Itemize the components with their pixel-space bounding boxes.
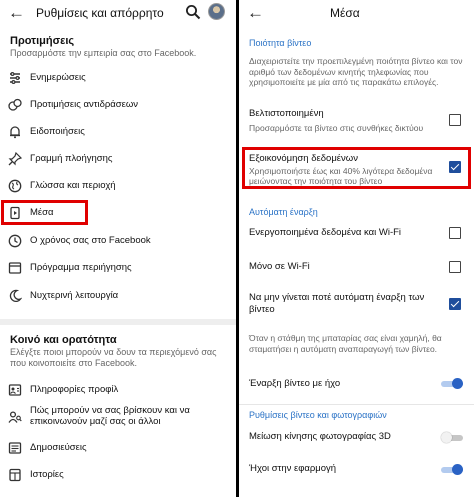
video-quality-title: Ποιότητα βίντεο bbox=[249, 38, 312, 48]
option-optimized[interactable]: Βελτιστοποιημένη Προσαρμόστε τα βίντεο σ… bbox=[239, 104, 474, 140]
feed-icon bbox=[10, 72, 20, 85]
option-title: Μόνο σε Wi-Fi bbox=[249, 261, 310, 272]
back-arrow-icon[interactable]: ← bbox=[247, 3, 264, 23]
option-sound[interactable]: Έναρξη βίντεο με ήχο bbox=[239, 374, 474, 394]
browser-icon bbox=[8, 262, 22, 274]
audience-title: Κοινό και ορατότητα bbox=[10, 334, 117, 346]
in-app-sounds-toggle[interactable] bbox=[441, 464, 463, 475]
menu-item-language-region[interactable]: Γλώσσα και περιοχή bbox=[0, 174, 236, 198]
preferences-description: Προσαρμόστε την εμπειρία σας στο Faceboo… bbox=[10, 48, 197, 58]
menu-item-stories[interactable]: Ιστορίες bbox=[0, 463, 236, 487]
menu-item-label: Ενημερώσεις bbox=[30, 72, 86, 83]
media-header: ← Μέσα bbox=[239, 0, 474, 28]
menu-item-label: Νυχτερινή λειτουργία bbox=[30, 290, 119, 301]
toggle-knob bbox=[441, 432, 452, 443]
menu-item-posts[interactable]: Δημοσιεύσεις bbox=[0, 436, 236, 460]
optimized-checkbox[interactable] bbox=[449, 114, 461, 126]
toggle-knob bbox=[452, 464, 463, 475]
menu-item-label: Πώς μπορούν να σας βρίσκουν και να επικο… bbox=[30, 405, 190, 427]
page-title: Ρυθμίσεις και απόρρητο bbox=[36, 6, 164, 20]
menu-item-browser[interactable]: Πρόγραμμα περιήγησης bbox=[0, 256, 236, 280]
section-divider bbox=[0, 319, 236, 325]
menu-item-label: Δημοσιεύσεις bbox=[30, 442, 87, 453]
menu-item-label: Ιστορίες bbox=[30, 469, 64, 480]
video-photo-title: Ρυθμίσεις βίντεο και φωτογραφιών bbox=[249, 410, 387, 420]
avatar[interactable] bbox=[208, 3, 225, 20]
highlight-box-data-saver bbox=[242, 147, 471, 189]
reactions-icon bbox=[8, 98, 22, 111]
toggle-knob bbox=[452, 378, 463, 389]
menu-item-label: Προτιμήσεις αντιδράσεων bbox=[30, 99, 139, 110]
find-people-icon bbox=[8, 411, 22, 423]
autoplay-title: Αυτόματη έναρξη bbox=[249, 207, 318, 217]
menu-item-dark-mode[interactable]: Νυχτερινή λειτουργία bbox=[0, 284, 236, 308]
option-title: Ενεργοποιημένα δεδομένα και Wi-Fi bbox=[249, 227, 402, 238]
settings-header: ← Ρυθμίσεις και απόρρητο bbox=[0, 0, 236, 28]
profile-info-icon bbox=[8, 384, 22, 396]
option-data-wifi[interactable]: Ενεργοποιημένα δεδομένα και Wi-Fi bbox=[239, 224, 474, 244]
option-title: Ήχοι στην εφαρμογή bbox=[249, 463, 337, 474]
menu-item-reactions[interactable]: Προτιμήσεις αντιδράσεων bbox=[0, 93, 236, 117]
menu-item-profile-info[interactable]: Πληροφορίες προφίλ bbox=[0, 378, 236, 402]
menu-item-label: Πληροφορίες προφίλ bbox=[30, 384, 119, 395]
menu-item-label: Ο χρόνος σας στο Facebook bbox=[30, 235, 151, 246]
menu-item-notifications[interactable]: Ειδοποιήσεις bbox=[0, 120, 236, 144]
section-divider bbox=[239, 404, 474, 405]
globe-icon bbox=[8, 179, 22, 193]
menu-item-label: Γλώσσα και περιοχή bbox=[30, 180, 116, 191]
page-title: Μέσα bbox=[330, 6, 360, 20]
sound-toggle[interactable] bbox=[441, 378, 463, 389]
option-wifi-only[interactable]: Μόνο σε Wi-Fi bbox=[239, 258, 474, 278]
moon-icon bbox=[9, 289, 22, 303]
never-autoplay-checkbox[interactable] bbox=[449, 298, 461, 310]
data-wifi-checkbox[interactable] bbox=[449, 227, 461, 239]
menu-item-navigation-bar[interactable]: Γραμμή πλοήγησης bbox=[0, 147, 236, 171]
menu-item-label: Ειδοποιήσεις bbox=[30, 126, 85, 137]
autoplay-note: Όταν η στάθμη της μπαταρίας σας είναι χα… bbox=[249, 333, 442, 354]
settings-privacy-panel: ← Ρυθμίσεις και απόρρητο Προτιμήσεις Προ… bbox=[0, 0, 236, 497]
media-settings-panel: ← Μέσα Ποιότητα βίντεο Διαχειριστείτε τη… bbox=[239, 0, 474, 497]
highlight-box-media bbox=[1, 200, 88, 225]
option-description: Προσαρμόστε τα βίντεο στις συνθήκες δικτ… bbox=[249, 123, 424, 133]
audience-description: Ελέγξτε ποιοι μπορούν να δουν τα περιεχό… bbox=[10, 347, 217, 368]
option-title: Βελτιστοποιημένη bbox=[249, 108, 324, 119]
back-arrow-icon[interactable]: ← bbox=[8, 3, 25, 23]
bell-icon bbox=[10, 126, 20, 139]
wifi-only-checkbox[interactable] bbox=[449, 261, 461, 273]
stories-icon bbox=[9, 468, 21, 482]
pin-icon bbox=[8, 152, 22, 166]
option-never-autoplay[interactable]: Να μην γίνεται ποτέ αυτόματη έναρξη των … bbox=[239, 291, 474, 319]
option-title: Να μην γίνεται ποτέ αυτόματη έναρξη των … bbox=[249, 292, 425, 315]
clock-icon bbox=[8, 234, 22, 248]
option-title: Μείωση κίνησης φωτογραφίας 3D bbox=[249, 431, 391, 442]
search-icon[interactable] bbox=[185, 4, 201, 20]
menu-item-label: Γραμμή πλοήγησης bbox=[30, 153, 113, 164]
menu-item-find-contact[interactable]: Πώς μπορούν να σας βρίσκουν και να επικο… bbox=[0, 402, 236, 432]
option-in-app-sounds[interactable]: Ήχοι στην εφαρμογή bbox=[239, 459, 474, 479]
posts-icon bbox=[8, 442, 22, 454]
menu-item-your-time[interactable]: Ο χρόνος σας στο Facebook bbox=[0, 229, 236, 253]
menu-item-label: Πρόγραμμα περιήγησης bbox=[30, 262, 132, 273]
video-quality-description: Διαχειριστείτε την προεπιλεγμένη ποιότητ… bbox=[249, 56, 463, 87]
preferences-title: Προτιμήσεις bbox=[10, 35, 75, 47]
option-title: Έναρξη βίντεο με ήχο bbox=[249, 378, 341, 389]
option-3d-motion[interactable]: Μείωση κίνησης φωτογραφίας 3D bbox=[239, 428, 474, 448]
menu-item-feed[interactable]: Ενημερώσεις bbox=[0, 66, 236, 90]
3d-motion-toggle[interactable] bbox=[441, 432, 463, 443]
